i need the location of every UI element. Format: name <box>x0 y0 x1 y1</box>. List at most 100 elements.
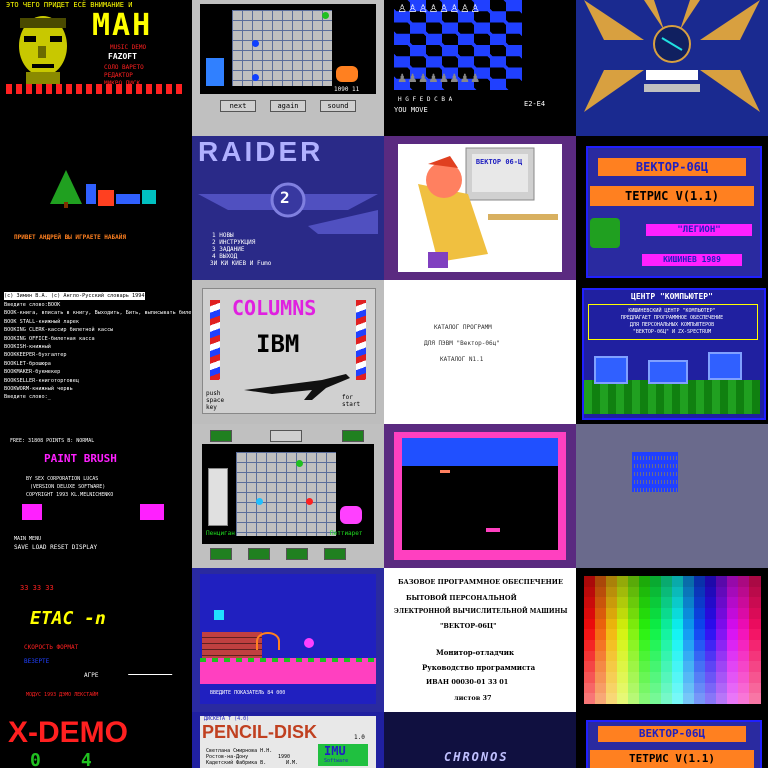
tile-tree-scene[interactable]: ПРИВЕТ АНДРЕЙ ВЫ ИГРАЕТЕ НАБАЙЯ <box>0 136 192 280</box>
tile-raider[interactable]: RAIDER 2 1 НОВЫ 2 ИНСТРУКЦИЯ 3 ЗАДАНИЕ 4… <box>192 136 384 280</box>
palette-swatch <box>716 661 728 673</box>
tile-space-game[interactable] <box>384 424 576 568</box>
columns-title: COLUMNS <box>232 296 317 320</box>
palette-swatch <box>672 629 684 641</box>
palette-swatch <box>617 693 629 705</box>
palette-swatch <box>727 661 739 673</box>
palette-swatch <box>705 650 717 662</box>
tile-tetris-title-2[interactable]: ВЕКТОР-06Ц ТЕТРИС V(1.1) <box>576 712 768 768</box>
palette-swatch <box>705 576 717 588</box>
palette-swatch <box>661 576 673 588</box>
next-button[interactable]: next <box>220 100 256 112</box>
tile-chess[interactable]: ♙♙♙♙♙♙♙♙ ♟♟♟♟♟♟♟♟ H G F E D C B A YOU MO… <box>384 0 576 136</box>
tile-platformer[interactable]: ВВЕДИТЕ ПОКАЗАТЕЛЬ 84 000 <box>192 568 384 712</box>
tile-tetris-title[interactable]: ВЕКТОР-06Ц ТЕТРИС V(1.1) "ЛЕГИОН" КИШИНЕ… <box>576 136 768 280</box>
tile-paint-brush[interactable]: FREE: 31808 POINTS B: NORMAL PAINT BRUSH… <box>0 424 192 568</box>
tile-gray-screen[interactable] <box>576 424 768 568</box>
palette-swatch <box>650 586 662 598</box>
tile-man-demo[interactable]: ЭТО ЧЕГО ПРИДЕТ ЕСЁ ВНИМАНИЕ И МАН MUSIC… <box>0 0 192 136</box>
pillar-left <box>210 300 220 380</box>
palette-swatch <box>705 597 717 609</box>
palette-swatch <box>694 650 706 662</box>
tile-puzzle-game-2[interactable]: Пенциган Петтиарет <box>192 424 384 568</box>
menu-item-1[interactable]: 1 НОВЫ <box>212 232 234 239</box>
palette-swatch <box>606 629 618 641</box>
palette-swatch <box>628 672 640 684</box>
palette-swatch <box>606 640 618 652</box>
palette-swatch <box>628 586 640 598</box>
palette-swatch <box>617 640 629 652</box>
line1: MUSIC DEMO <box>110 44 147 51</box>
tile-chronos[interactable]: CHRONOS <box>384 712 576 768</box>
tile-document[interactable]: БАЗОВОЕ ПРОГРАММНОЕ ОБЕСПЕЧЕНИЕ БЫТОВОЙ … <box>384 568 576 712</box>
tile-palette[interactable] <box>576 568 768 712</box>
sound-button[interactable]: sound <box>320 100 356 112</box>
palette-swatch <box>650 608 662 620</box>
tile-x-demo[interactable]: X-DEMO 04 42 <box>0 712 192 768</box>
palette-swatch <box>661 661 673 673</box>
palette-swatch <box>661 629 673 641</box>
again-button[interactable]: again <box>270 100 306 112</box>
tile-puzzle-game[interactable]: 1090 11 next again sound <box>192 0 384 136</box>
tile-catalog[interactable]: КАТАЛОГ ПРОГРАММ ДЛЯ ПЭВМ "Вектор-06ц" К… <box>384 280 576 424</box>
palette-swatch <box>738 618 750 630</box>
ball <box>306 498 313 505</box>
palette-swatch <box>584 693 596 705</box>
control-button[interactable] <box>286 548 308 560</box>
palette-swatch <box>606 597 618 609</box>
dictionary-line: BOOKING OFFICE-билетная касса <box>4 335 95 342</box>
main-menu[interactable]: MAIN MENU <box>14 536 41 542</box>
imu-logo-sub: Software <box>324 758 349 764</box>
palette-swatch <box>672 586 684 598</box>
palette-swatch <box>584 576 596 588</box>
player-ship <box>486 528 500 532</box>
palette-swatch <box>650 672 662 684</box>
palette-swatch <box>661 650 673 662</box>
ball <box>322 12 329 19</box>
palette-swatch <box>595 650 607 662</box>
tile-etas[interactable]: 33 33 33 ЕТАС -n СКОРОСТЬ ФОРМАТ ВЕЗЕРТЕ… <box>0 568 192 712</box>
palette-swatch <box>694 586 706 598</box>
palette-swatch <box>683 682 695 694</box>
top-nums: 33 33 33 <box>20 584 54 592</box>
menu-options[interactable]: SAVE LOAD RESET DISPLAY <box>14 544 97 551</box>
control-button[interactable] <box>324 548 346 560</box>
tile-tunnel[interactable] <box>576 0 768 136</box>
palette-swatch <box>683 618 695 630</box>
tunnel-image <box>584 0 760 112</box>
info-line2: ПРЕДЛАГАЕТ ПРОГРАММНОЕ ОБЕСПЕЧЕНИЕ <box>620 315 724 321</box>
palette-swatch <box>749 629 761 641</box>
nav-box[interactable] <box>270 430 302 442</box>
computer-1 <box>594 356 628 384</box>
score: 1090 11 <box>334 86 360 93</box>
palette-swatch <box>639 640 651 652</box>
menu-item-2[interactable]: 2 ИНСТРУКЦИЯ <box>212 239 255 246</box>
palette-swatch <box>661 608 673 620</box>
player-right <box>340 506 362 524</box>
control-button[interactable] <box>248 548 270 560</box>
palette-swatch <box>716 682 728 694</box>
menu-item-3[interactable]: 3 ЗАДАНИЕ <box>212 246 245 253</box>
control-button[interactable] <box>210 548 232 560</box>
tile-columns[interactable]: COLUMNS IBM push space key for start <box>192 280 384 424</box>
tetris-banner: ТЕТРИС V(1.1) <box>590 750 754 768</box>
palette-swatch <box>716 618 728 630</box>
tile-pencil-disk[interactable]: ДИСКЕТА Т (4.0) PENCIL-DISK 1.0 Светлана… <box>192 712 384 768</box>
palette-swatch <box>639 597 651 609</box>
palette-swatch <box>650 629 662 641</box>
palette-swatch <box>650 682 662 694</box>
palette-swatch <box>694 608 706 620</box>
palette-swatch <box>617 597 629 609</box>
palette-swatch <box>584 597 596 609</box>
tile-computer-center[interactable]: ЦЕНТР "КОМПЬЮТЕР" КИШИНЕВСКИЙ ЦЕНТР "КОМ… <box>576 280 768 424</box>
doc-line6: Руководство программиста <box>422 663 536 672</box>
palette-swatch <box>595 629 607 641</box>
dictionary-line: (c) Зимин В.А. (c) Англо-Русский словарь… <box>4 292 145 301</box>
push-label: push space key <box>206 390 225 411</box>
tile-vector-monitor[interactable]: ВЕКТОР 06-Ц <box>384 136 576 280</box>
palette-swatch <box>672 597 684 609</box>
menu-item-4[interactable]: 4 ВЫХОД <box>212 253 237 260</box>
tile-dictionary[interactable]: (c) Зимин В.А. (c) Англо-Русский словарь… <box>0 280 192 424</box>
palette-swatch <box>606 693 618 705</box>
year2: И.М. <box>286 760 299 766</box>
